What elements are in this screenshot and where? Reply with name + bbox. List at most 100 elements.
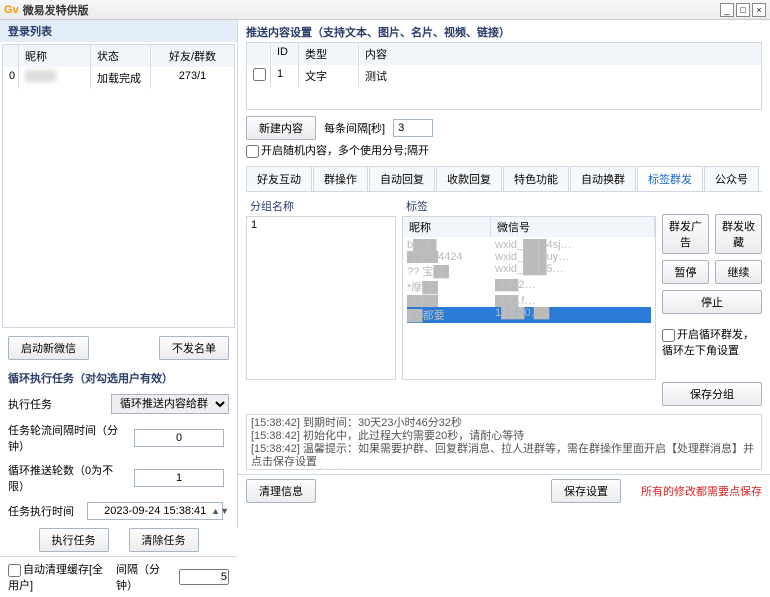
per-interval-input[interactable]: [393, 119, 433, 137]
new-content-button[interactable]: 新建内容: [246, 116, 316, 140]
random-content-check[interactable]: 开启随机内容，多个使用分号;隔开: [246, 142, 762, 158]
exec-time-row: 任务执行时间 ▲▼: [0, 498, 237, 524]
content-header: 推送内容设置（支持文本、图片、名片、视频、链接）: [246, 24, 762, 40]
login-list-header: 登录列表: [0, 20, 237, 42]
left-bottom-bar: 自动清理缓存[全用户] 间隔（分钟）: [0, 556, 237, 597]
task-btn-row: 执行任务 清除任务: [0, 524, 237, 556]
tag-row[interactable]: b███wxid_███4sj…: [407, 239, 651, 251]
close-button[interactable]: ×: [752, 3, 766, 17]
col-type: 类型: [299, 43, 359, 65]
cell-body: 测试: [359, 65, 761, 87]
clear-msg-button[interactable]: 清理信息: [246, 479, 316, 503]
exec-task-select[interactable]: 循环推送内容给群: [111, 394, 229, 414]
exec-task-label: 执行任务: [8, 396, 105, 412]
tab-group-op[interactable]: 群操作: [313, 166, 368, 191]
col-nick: 昵称: [19, 45, 91, 67]
right-bottom-bar: 清理信息 保存设置 所有的修改都需要点保存: [238, 474, 770, 507]
cell-friends: 273/1: [151, 67, 234, 89]
tag-row[interactable]: ███████.f…: [407, 295, 651, 307]
content-row[interactable]: 1 文字 测试: [247, 65, 761, 87]
left-btn-row: 启动新微信 不发名单: [0, 330, 237, 366]
exec-time-input[interactable]: [87, 502, 223, 520]
tag-thead: 昵称 微信号: [403, 217, 655, 237]
exec-task-row: 执行任务 循环推送内容给群: [0, 390, 237, 418]
col-chk: [247, 43, 271, 65]
content-body[interactable]: 1 文字 测试: [247, 65, 761, 109]
rounds-row: 循环推送轮数（0为不限）: [0, 458, 237, 498]
tab-label-send[interactable]: 标签群发: [637, 166, 703, 191]
tag-box: 标签 昵称 微信号 b███wxid_███4sj…████4424wxid_█…: [402, 196, 656, 406]
tag-col-wxid: 微信号: [491, 217, 655, 237]
cell-type: 文字: [299, 65, 359, 87]
resume-button[interactable]: 继续: [715, 260, 762, 284]
login-thead: 昵称 状态 好友/群数: [3, 45, 234, 67]
pause-button[interactable]: 暂停: [662, 260, 709, 284]
content-controls: 新建内容 每条间隔[秒]: [246, 110, 762, 142]
tag-col-nick: 昵称: [403, 217, 491, 237]
tag-row[interactable]: ████4424wxid_███uy…: [407, 251, 651, 263]
rounds-label: 循环推送轮数（0为不限）: [8, 462, 128, 494]
not-send-list-button[interactable]: 不发名单: [159, 336, 229, 360]
maximize-button[interactable]: □: [736, 3, 750, 17]
gap-label: 间隔（分钟）: [116, 561, 171, 593]
tag-row[interactable]: ██都要1███0.██: [407, 307, 651, 323]
log-box[interactable]: [15:38:42] 到期时间：30天23小时46分32秒[15:38:42] …: [246, 414, 762, 470]
cell-status: 加载完成: [91, 67, 151, 89]
col-body: 内容: [359, 43, 761, 65]
col-id: ID: [271, 43, 299, 65]
save-settings-button[interactable]: 保存设置: [551, 479, 621, 503]
save-group-button[interactable]: 保存分组: [662, 382, 762, 406]
group-name-item[interactable]: 1: [247, 217, 395, 233]
interval-input[interactable]: [134, 429, 224, 447]
app-title: 微易发特供版: [23, 2, 720, 18]
left-panel: 登录列表 昵称 状态 好友/群数 0 ████ 加载完成 273/1 启动新微信…: [0, 20, 238, 528]
auto-clean-check[interactable]: 自动清理缓存[全用户]: [8, 561, 108, 593]
cell-id: 1: [271, 65, 299, 87]
mid-panel: 分组名称 1 标签 昵称 微信号 b███wxid_███4sj…████442…: [238, 192, 770, 410]
titlebar: Gv 微易发特供版 _ □ ×: [0, 0, 770, 20]
tab-auto-reply[interactable]: 自动回复: [369, 166, 435, 191]
login-body[interactable]: 0 ████ 加载完成 273/1: [3, 67, 234, 327]
send-fav-button[interactable]: 群发收藏: [715, 214, 762, 254]
content-thead: ID 类型 内容: [247, 43, 761, 65]
cell-chk[interactable]: [247, 65, 271, 87]
col-idx: [3, 45, 19, 67]
rounds-input[interactable]: [134, 469, 224, 487]
tab-special[interactable]: 特色功能: [503, 166, 569, 191]
start-wechat-button[interactable]: 启动新微信: [8, 336, 89, 360]
group-name-header: 分组名称: [246, 196, 396, 216]
interval-label: 任务轮流间隔时间（分钟）: [8, 422, 128, 454]
col-status: 状态: [91, 45, 151, 67]
tab-official[interactable]: 公众号: [704, 166, 759, 191]
cycle-task-header: 循环执行任务（对勾选用户有效）: [0, 366, 237, 390]
cell-idx: 0: [3, 67, 19, 89]
clear-task-button[interactable]: 清除任务: [129, 528, 199, 552]
tag-list[interactable]: 昵称 微信号 b███wxid_███4sj…████4424wxid_███u…: [402, 216, 656, 380]
tag-row[interactable]: *摩█████2…: [407, 279, 651, 295]
app-logo: Gv: [4, 4, 19, 16]
group-name-list[interactable]: 1: [246, 216, 396, 380]
content-table: ID 类型 内容 1 文字 测试: [246, 42, 762, 110]
stop-button[interactable]: 停止: [662, 290, 762, 314]
content-panel: 推送内容设置（支持文本、图片、名片、视频、链接） ID 类型 内容 1 文字 测…: [238, 20, 770, 162]
per-interval-label: 每条间隔[秒]: [324, 120, 385, 136]
tag-body[interactable]: b███wxid_███4sj…████4424wxid_███uy…?? 宝█…: [403, 237, 655, 325]
loop-send-check[interactable]: 开启循环群发，循环左下角设置: [662, 326, 762, 358]
login-table: 昵称 状态 好友/群数 0 ████ 加载完成 273/1: [2, 44, 235, 328]
minimize-button[interactable]: _: [720, 3, 734, 17]
tag-row[interactable]: ?? 宝██wxid_███5…: [407, 263, 651, 279]
tab-pay-reply[interactable]: 收款回复: [436, 166, 502, 191]
send-ad-button[interactable]: 群发广告: [662, 214, 709, 254]
run-task-button[interactable]: 执行任务: [39, 528, 109, 552]
interval-row: 任务轮流间隔时间（分钟）: [0, 418, 237, 458]
group-name-box: 分组名称 1: [246, 196, 396, 406]
cell-nick: ████: [19, 67, 91, 89]
tabs: 好友互动 群操作 自动回复 收款回复 特色功能 自动换群 标签群发 公众号: [246, 166, 762, 192]
login-row[interactable]: 0 ████ 加载完成 273/1: [3, 67, 234, 89]
tab-friend[interactable]: 好友互动: [246, 166, 312, 191]
side-buttons: 群发广告 群发收藏 暂停 继续 停止 开启循环群发，循环左下角设置 保存分组: [662, 196, 762, 406]
tag-header: 标签: [402, 196, 656, 216]
gap-input[interactable]: [179, 569, 229, 585]
window-controls: _ □ ×: [720, 3, 766, 17]
tab-auto-switch[interactable]: 自动换群: [570, 166, 636, 191]
